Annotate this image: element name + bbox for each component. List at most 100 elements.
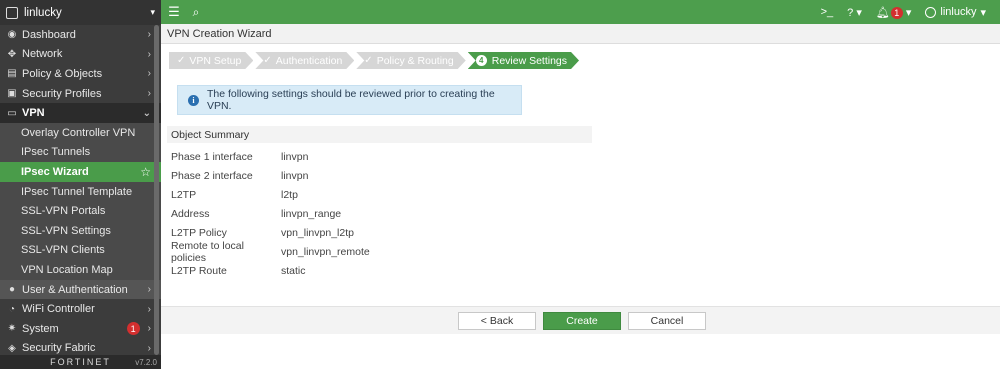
chevron-right-icon: › (147, 88, 151, 100)
object-summary-header: Object Summary (167, 126, 592, 143)
chevron-right-icon: › (147, 303, 151, 315)
summary-label: L2TP Policy (171, 226, 227, 239)
chevron-down-icon: ⌄ (142, 107, 151, 119)
step-review-settings[interactable]: 4 Review Settings (468, 52, 579, 69)
fortinet-logo: FORTINET (50, 357, 111, 367)
user-avatar-icon (925, 6, 937, 18)
sidebar-item-vpn[interactable]: ▭ VPN ⌄ (0, 103, 161, 123)
search-icon[interactable]: ⌕ (187, 5, 205, 20)
wizard-actions: < Back Create Cancel (161, 306, 1000, 334)
summary-value: linvpn (281, 150, 309, 163)
sidebar-item-dashboard[interactable]: ◉ Dashboard › (0, 25, 161, 45)
back-button[interactable]: < Back (458, 312, 536, 330)
sidebar-item-label: IPsec Tunnel Template (21, 185, 133, 198)
info-message: i The following settings should be revie… (177, 85, 522, 115)
sidebar-item-ipsec-tunnel-template[interactable]: IPsec Tunnel Template (0, 181, 161, 202)
chevron-right-icon: › (147, 68, 151, 80)
hamburger-menu-icon[interactable]: ☰ (161, 4, 187, 20)
summary-label: L2TP (171, 188, 197, 201)
sidebar-item-network[interactable]: ✥ Network › (0, 45, 161, 65)
cancel-button[interactable]: Cancel (628, 312, 706, 330)
vpn-icon: ▭ (7, 107, 17, 119)
help-icon[interactable]: ? ▾ (847, 6, 862, 19)
info-text: The following settings should be reviewe… (206, 88, 495, 112)
create-button[interactable]: Create (543, 312, 621, 330)
step-label: Review Settings (491, 54, 568, 67)
sidebar-item-label: IPsec Wizard (21, 165, 89, 178)
page-title: VPN Creation Wizard (161, 24, 1000, 44)
notifications-button[interactable]: 🔔︎ 1 ▾ (876, 6, 911, 19)
summary-row: Phase 1 interface linvpn (171, 147, 370, 166)
info-icon: i (188, 94, 199, 106)
chevron-right-icon: › (147, 323, 151, 335)
fabric-icon: ◈ (8, 342, 16, 354)
sidebar-item-wifi-controller[interactable]: ◔ WiFi Controller › (0, 299, 161, 319)
system-badge: 1 (126, 322, 140, 336)
summary-label: Address (171, 207, 210, 220)
sidebar-item-label: IPsec Tunnels (21, 146, 91, 159)
dashboard-icon: ◉ (7, 29, 17, 41)
step-policy-routing[interactable]: ✓ Policy & Routing (356, 52, 465, 69)
cli-console-icon[interactable]: >_ (821, 6, 834, 18)
summary-label: Phase 1 interface (171, 150, 253, 163)
sidebar-item-label: SSL-VPN Clients (21, 244, 105, 257)
sidebar-item-vpn-location-map[interactable]: VPN Location Map (0, 260, 161, 280)
policy-icon: ▤ (7, 68, 17, 80)
sidebar-item-label: WiFi Controller (22, 303, 95, 316)
summary-row: Phase 2 interface linvpn (171, 166, 370, 185)
sidebar-item-label: Dashboard (22, 28, 76, 41)
check-icon: ✓ (177, 55, 186, 66)
sidebar-item-label: System (22, 322, 59, 335)
sidebar-item-ipsec-tunnels[interactable]: IPsec Tunnels (0, 142, 161, 163)
sidebar-scrollbar[interactable] (154, 25, 159, 355)
step-label: VPN Setup (189, 54, 242, 67)
sidebar-item-label: Overlay Controller VPN (21, 126, 136, 139)
wifi-icon: ◔ (8, 303, 16, 315)
step-vpn-setup[interactable]: ✓ VPN Setup (169, 52, 253, 69)
summary-row: L2TP l2tp (171, 185, 370, 204)
sidebar-item-overlay-controller-vpn[interactable]: Overlay Controller VPN (0, 122, 161, 143)
sidebar-item-label: SSL-VPN Portals (21, 205, 106, 218)
chevron-right-icon: › (147, 48, 151, 60)
summary-label: L2TP Route (171, 264, 227, 277)
chevron-down-icon: ▾ (980, 6, 986, 19)
star-icon[interactable]: ☆ (140, 165, 151, 179)
summary-value: vpn_linvpn_remote (281, 245, 370, 258)
device-selector[interactable]: linlucky ▾ (0, 0, 161, 25)
sidebar-item-ssl-vpn-clients[interactable]: SSL-VPN Clients (0, 240, 161, 261)
summary-value: linvpn_range (281, 207, 342, 220)
summary-row: Remote to local policies vpn_linvpn_remo… (171, 239, 370, 264)
sidebar-item-ssl-vpn-settings[interactable]: SSL-VPN Settings (0, 220, 161, 241)
sidebar-item-security-profiles[interactable]: ▣ Security Profiles › (0, 84, 161, 104)
gear-icon: ✷ (7, 323, 17, 335)
summary-value: static (281, 264, 306, 277)
sidebar-item-label: Security Fabric (22, 342, 96, 355)
summary-value: vpn_linvpn_l2tp (281, 226, 354, 239)
sidebar-item-system[interactable]: ✷ System 1 › (0, 319, 161, 339)
sidebar-item-label: SSL-VPN Settings (21, 224, 111, 237)
summary-value: l2tp (281, 188, 298, 201)
chevron-down-icon: ▾ (150, 7, 155, 17)
version-label: v7.2.0 (135, 357, 157, 367)
summary-label: Remote to local policies (171, 239, 244, 264)
chevron-right-icon: › (147, 284, 151, 296)
sidebar-item-ipsec-wizard[interactable]: IPsec Wizard ☆ (0, 162, 161, 182)
sidebar-item-label: Security Profiles (22, 87, 102, 100)
step-authentication[interactable]: ✓ Authentication (255, 52, 354, 69)
step-number: 4 (476, 55, 487, 66)
sidebar-item-ssl-vpn-portals[interactable]: SSL-VPN Portals (0, 201, 161, 221)
sidebar-item-policy-objects[interactable]: ▤ Policy & Objects › (0, 64, 161, 84)
summary-row: Address linvpn_range (171, 204, 370, 223)
step-label: Policy & Routing (376, 54, 454, 67)
sidebar-item-label: VPN (22, 107, 45, 120)
user-menu[interactable]: linlucky ▾ (925, 6, 986, 19)
sidebar-item-label: Policy & Objects (22, 67, 103, 80)
check-icon: ✓ (364, 55, 373, 66)
sidebar-item-user-authentication[interactable]: ● User & Authentication › (0, 279, 161, 300)
user-name: linlucky (940, 6, 977, 18)
top-bar: ☰ ⌕ >_ ? ▾ 🔔︎ 1 ▾ linlucky ▾ (161, 0, 1000, 24)
device-name: linlucky (24, 6, 62, 19)
main-content: VPN Creation Wizard ✓ VPN Setup ✓ Authen… (161, 24, 1000, 369)
sidebar: linlucky ▾ ◉ Dashboard › ✥ Network › ▤ P… (0, 0, 161, 369)
summary-row: L2TP Route static (171, 261, 370, 280)
